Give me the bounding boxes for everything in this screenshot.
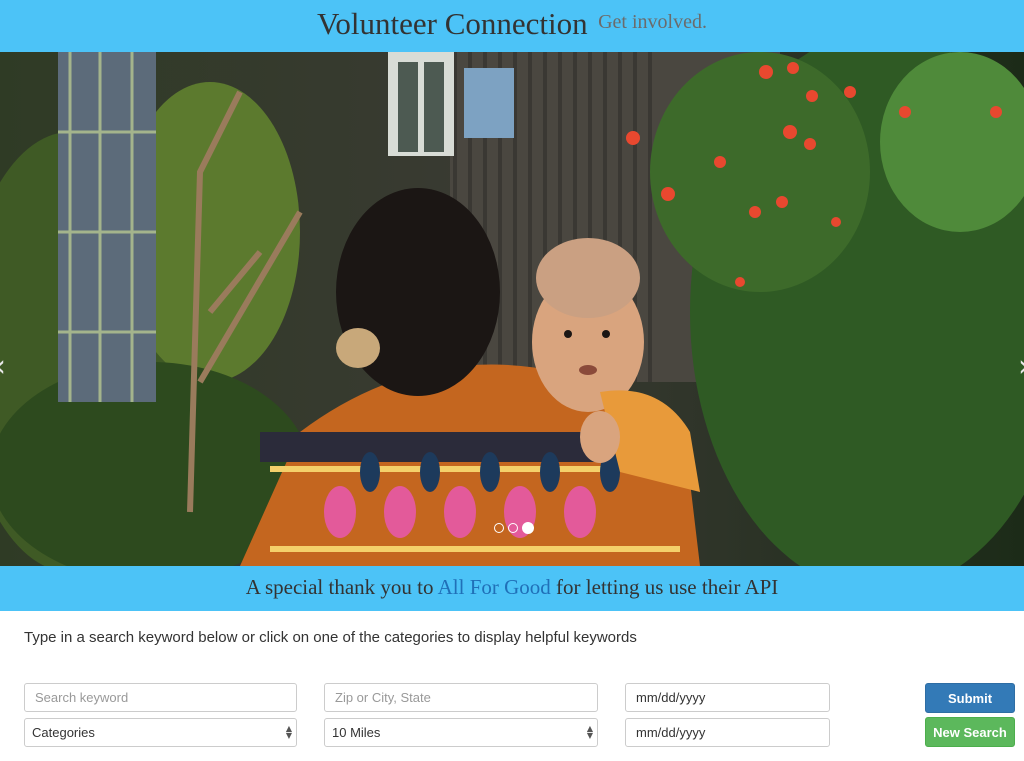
distance-select-value: 10 Miles — [332, 725, 381, 740]
carousel-slide-image — [0, 52, 1024, 566]
all-for-good-link[interactable]: All For Good — [438, 575, 551, 599]
start-date-input[interactable]: mm/dd/yyyy — [625, 683, 830, 712]
site-header: Volunteer Connection Get involved. — [0, 0, 1024, 52]
submit-button[interactable]: Submit — [925, 683, 1015, 713]
end-date-input[interactable]: mm/dd/yyyy — [625, 718, 830, 747]
carousel-indicators — [494, 522, 534, 534]
category-select-value: Categories — [32, 725, 95, 740]
site-title: Volunteer Connection — [317, 6, 588, 41]
search-keyword-input[interactable] — [24, 683, 297, 712]
carousel-prev-button[interactable]: ‹ — [0, 352, 6, 382]
carousel-indicator-2[interactable] — [508, 523, 518, 533]
select-caret-icon: ▲ ▼ — [285, 724, 292, 740]
chevron-right-icon: › — [1018, 349, 1024, 384]
site-tagline: Get involved. — [598, 11, 707, 33]
category-select[interactable]: Categories ▲ ▼ — [24, 718, 297, 747]
hero-carousel: ‹ › — [0, 52, 1024, 566]
search-instructions: Type in a search keyword below or click … — [24, 629, 637, 646]
location-input[interactable] — [324, 683, 598, 712]
api-credit-banner: A special thank you to All For Good for … — [0, 566, 1024, 611]
new-search-button[interactable]: New Search — [925, 717, 1015, 747]
carousel-indicator-3[interactable] — [522, 522, 534, 534]
distance-select[interactable]: 10 Miles ▲ ▼ — [324, 718, 598, 747]
carousel-next-button[interactable]: › — [1018, 352, 1024, 382]
credit-text-after: for letting us use their API — [550, 575, 779, 599]
select-caret-icon: ▲ ▼ — [586, 724, 593, 740]
carousel-indicator-1[interactable] — [494, 523, 504, 533]
credit-text-before: A special thank you to — [245, 575, 438, 599]
chevron-left-icon: ‹ — [0, 349, 6, 384]
